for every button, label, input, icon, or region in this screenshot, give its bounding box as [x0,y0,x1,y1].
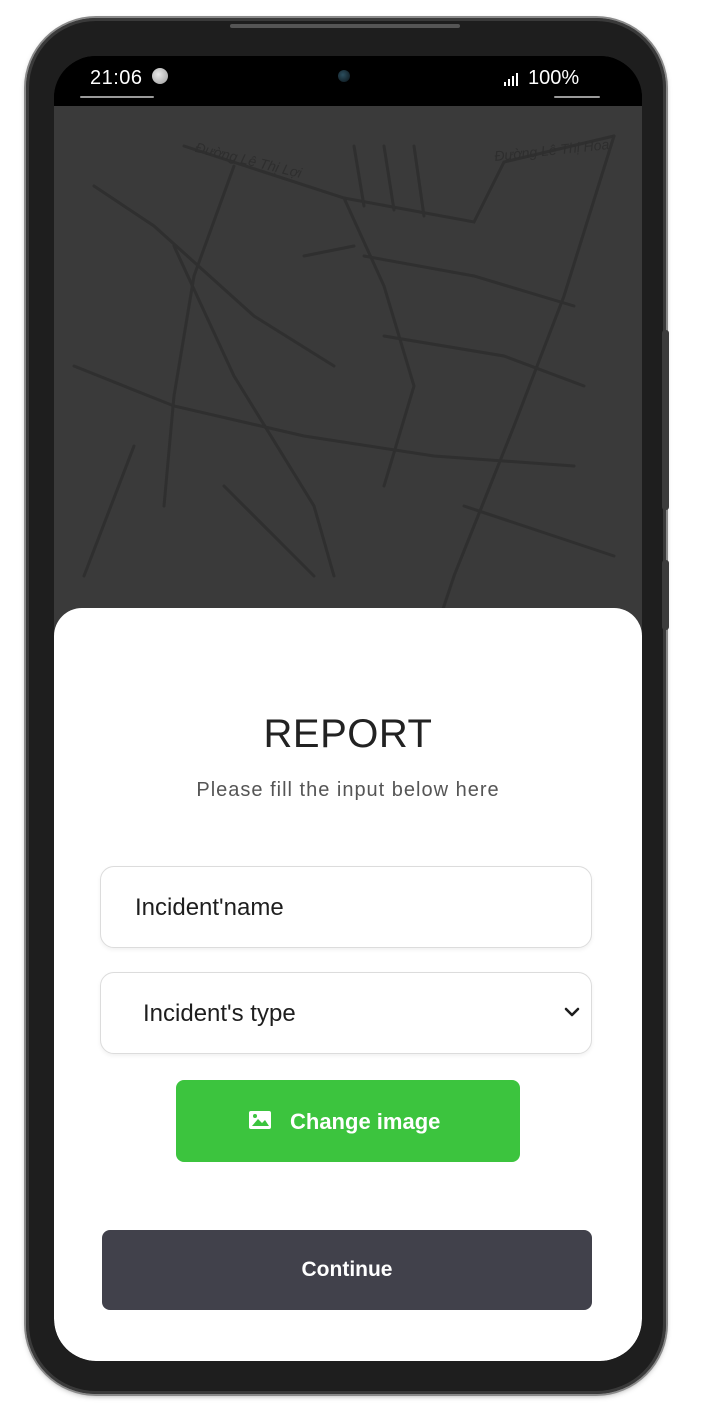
change-image-button[interactable]: Change image [176,1080,520,1162]
incident-type-select[interactable]: Incident's type [100,972,592,1054]
map-roads [72,134,616,666]
incident-name-value: Incident'name [135,894,284,921]
earpiece-slit [230,24,460,28]
change-image-label: Change image [290,1109,441,1134]
incident-name-field[interactable]: Incident'name [100,866,592,948]
report-sheet: REPORT Please fill the input below here … [54,608,642,1361]
status-decoration-right [554,96,600,98]
signal-icon [504,72,520,86]
power-button [662,560,669,630]
camera-icon [338,70,350,82]
status-time: 21:06 [90,67,143,89]
continue-button[interactable]: Continue [102,1230,592,1310]
image-icon [249,1111,271,1129]
incident-type-value: Incident's type [143,1000,296,1027]
page-subtitle: Please fill the input below here [196,779,500,801]
notification-dot-icon [152,68,168,84]
volume-button [662,330,669,510]
battery-level: 100% [528,67,580,89]
chevron-down-icon [564,1007,580,1017]
status-bar: 21:06 100% [54,56,642,106]
map-view[interactable]: Đường Lê Thị Lợi Đường Lê Thị Hoa [54,106,642,666]
page-title: REPORT [263,712,433,756]
phone-screen: 21:06 100% Đường Lê Thị Lợi Đường Lê Thị… [54,56,642,1361]
status-decoration-left [80,96,154,98]
